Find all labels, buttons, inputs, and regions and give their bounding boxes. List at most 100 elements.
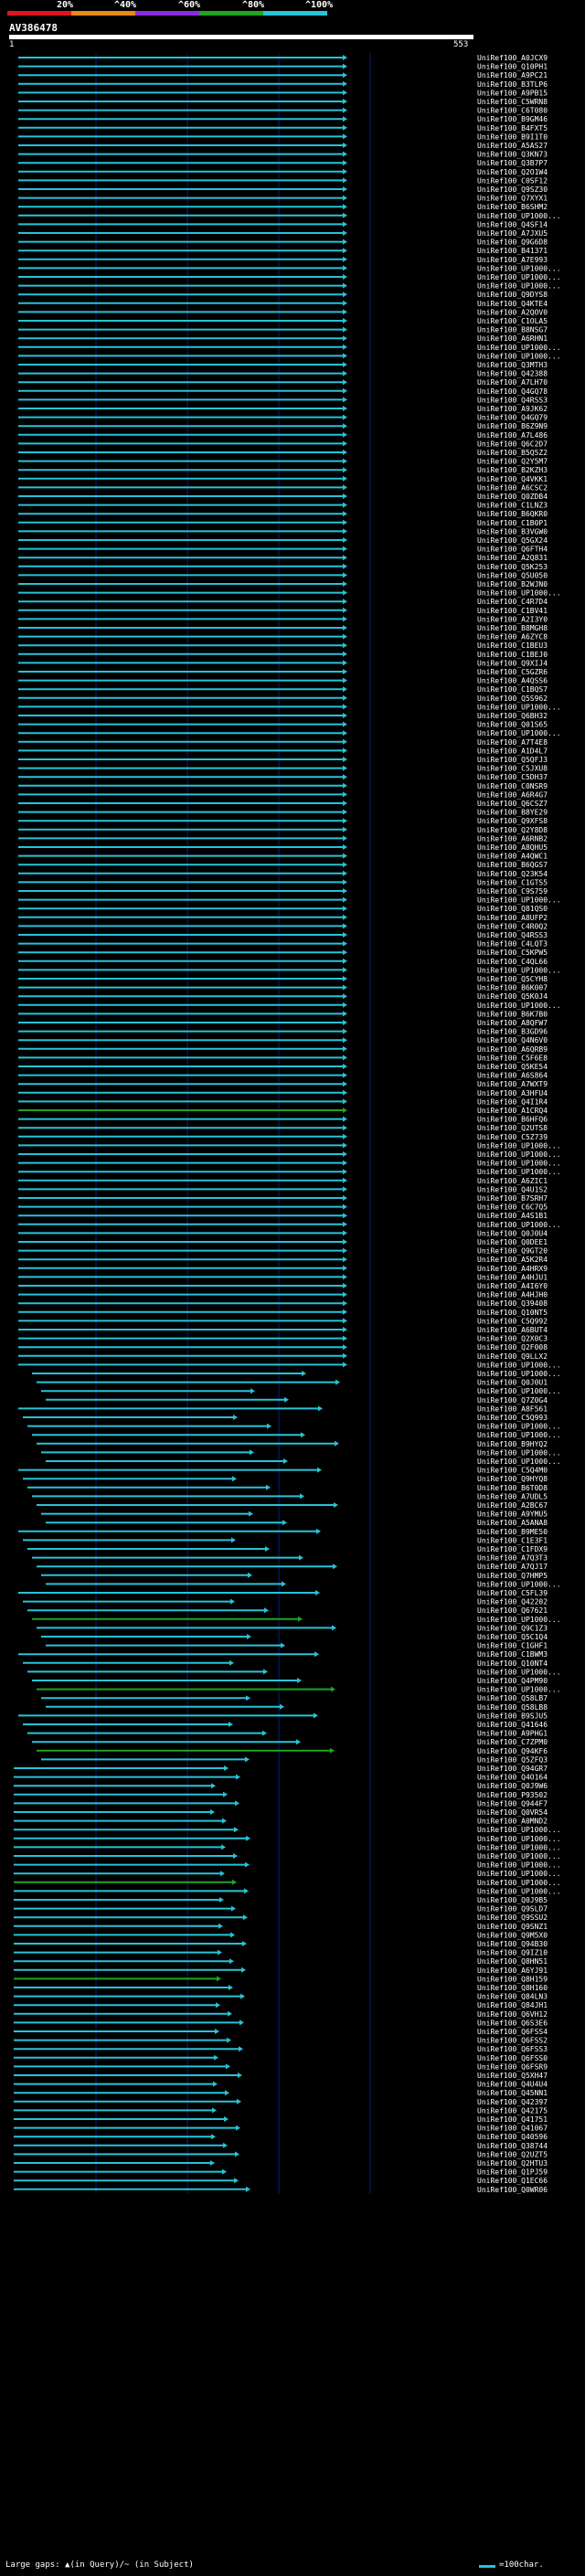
alignment-arrow [232,1476,237,1482]
hit-label: UniRef100_A9YMU5 [477,1511,548,1519]
hit-label: UniRef100_C1GHF1 [477,1642,548,1650]
hit-label: UniRef100_B6QKR0 [477,510,548,518]
alignment-arrow [343,440,347,447]
alignment-arrow [343,1221,347,1227]
alignment-arrow [343,1362,347,1368]
hit-label: UniRef100_Q5KE54 [477,1063,548,1071]
alignment-arrow [343,1318,347,1324]
hit-label: UniRef100_Q58LB7 [477,1694,548,1702]
hit-label: UniRef100_Q23K54 [477,870,548,878]
hit-label: UniRef100_Q3B7P7 [477,159,548,167]
hit-label: UniRef100_C1FDX9 [477,1545,548,1553]
hit-label: UniRef100_UP1000... [477,1835,561,1843]
hit-label: UniRef100_Q40596 [477,2133,548,2141]
alignment-arrow [343,1352,347,1359]
hit-label: UniRef100_A6YJ91 [477,1966,548,1975]
alignment-arrow [335,1440,339,1447]
alignment-arrow [343,818,347,824]
alignment-arrow [241,1966,246,1973]
alignment-arrow [343,1020,347,1025]
hit-label: UniRef100_C5F6E8 [477,1054,548,1062]
hit-label: UniRef100_UP1000... [477,589,561,598]
alignment-arrow [343,318,347,323]
hit-label: UniRef100_C1BQS7 [477,685,548,694]
hit-label: UniRef100_B9HYQ2 [477,1440,548,1448]
hit-label: UniRef100_B6QGS7 [477,861,548,869]
hit-label: UniRef100_Q9SZ30 [477,186,548,194]
hit-label: UniRef100_UP1000... [477,1861,561,1870]
hit-label: UniRef100_Q4U1S2 [477,1185,548,1193]
hit-label: UniRef100_A6RHN1 [477,334,548,343]
hit-label: UniRef100_Q38744 [477,2142,548,2150]
hit-label: UniRef100_A8UFP2 [477,914,548,922]
alignment-arrow [343,292,347,298]
hit-label: UniRef100_A4I6Y0 [477,1282,548,1290]
hit-label: UniRef100_Q4I1R4 [477,1097,548,1106]
hit-label: UniRef100_UP1000... [477,1870,561,1878]
hit-label: UniRef100_UP1000... [477,1879,561,1887]
alignment-arrow [343,782,347,789]
hit-label: UniRef100_A8F561 [477,1405,548,1413]
legend-seg-cyan [263,11,327,16]
alignment-arrow [343,1291,347,1298]
alignment-arrow [343,248,347,254]
hit-label: UniRef100_A5AS27 [477,142,548,150]
alignment-arrow [343,1045,347,1052]
alignment-arrow [216,2002,220,2009]
hit-label: UniRef100_C1BEJ0 [477,651,548,659]
hit-label: UniRef100_A5ANA8 [477,1519,548,1527]
hit-label: UniRef100_Q4N6V0 [477,1036,548,1044]
alignment-arrow [335,1379,340,1385]
hit-label: UniRef100_A7E993 [477,256,548,264]
alignment-arrow [229,1659,234,1666]
hit-label: UniRef100_A0MND2 [477,1818,548,1826]
alignment-arrow [284,1396,289,1403]
hit-label: UniRef100_Q2UTS8 [477,1124,548,1132]
alignment-arrow [214,2054,218,2061]
alignment-arrow [235,1800,239,1807]
hit-label: UniRef100_Q10NT4 [477,1659,548,1668]
hit-label: UniRef100_UP1000... [477,273,561,281]
hit-label: UniRef100_A4HRX9 [477,1265,548,1273]
identity-color-legend: 20% ^40% ^60% ^80% ^100% [7,0,578,16]
hit-label: UniRef100_B9I1T0 [477,133,548,141]
hit-label: UniRef100_B8NSG7 [477,326,548,334]
hit-label: UniRef100_A4QWC1 [477,853,548,861]
hit-label: UniRef100_Q9HYQ8 [477,1475,548,1483]
hit-label: UniRef100_UP1000... [477,282,561,291]
alignment-arrow [343,414,347,420]
alignment-arrow [343,55,347,60]
alignment-arrow [343,694,347,701]
hit-label: UniRef100_UP1000... [477,1448,561,1457]
alignment-arrow [280,1703,284,1710]
hit-label: UniRef100_C1GTS5 [477,878,548,886]
query-bar [9,35,473,39]
alignment-arrow [231,1537,236,1543]
hit-label: UniRef100_UP1000... [477,729,561,737]
hit-label: UniRef100_Q41067 [477,2125,548,2133]
hit-label: UniRef100_Q6FTH4 [477,546,548,554]
alignment-arrow [301,1432,305,1438]
alignment-arrow [343,1160,347,1166]
hit-label: UniRef100_Q6FSR9 [477,2062,548,2071]
hit-label: UniRef100_B41371 [477,247,548,255]
alignment-arrow [227,2037,231,2043]
legend-seg-orange [71,11,135,16]
alignment-arrow [223,1791,228,1797]
alignment-arrow [343,1098,347,1105]
hit-label: UniRef100_UP1000... [477,1168,561,1176]
hit-label: UniRef100_Q4GQ78 [477,387,548,396]
alignment-arrow [343,572,347,578]
alignment-arrow [212,2107,217,2114]
hit-label: UniRef100_A4QSS6 [477,677,548,685]
hit-label: UniRef100_Q84LN3 [477,1993,548,2001]
hit-label: UniRef100_C5Q4M0 [477,1467,548,1475]
alignment-arrow [343,221,347,228]
alignment-arrow [343,177,347,184]
hit-label: UniRef100_C1B0P1 [477,519,548,527]
alignment-arrow [343,932,347,938]
alignment-arrow [343,1064,347,1069]
hit-label: UniRef100_UP1000... [477,1668,561,1676]
hit-label: UniRef100_UP1000... [477,1616,561,1624]
alignment-arrow [343,1195,347,1201]
